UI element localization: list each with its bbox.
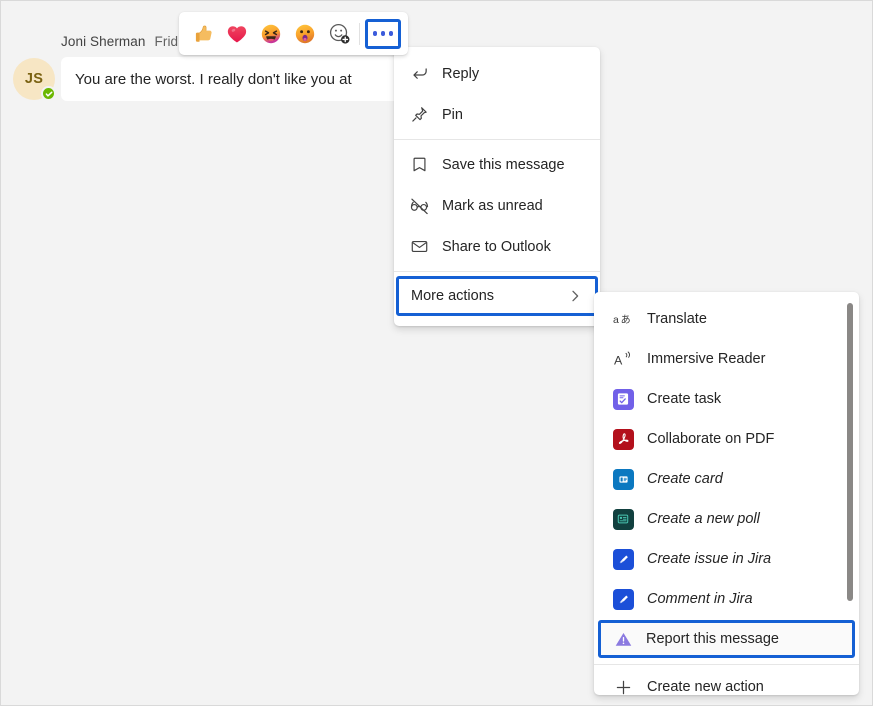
- teams-message-context-menu-screen: Joni Sherman Frid JS You are the worst. I…: [0, 0, 873, 706]
- submenu-item-create-issue-in-jira[interactable]: Create issue in Jira: [594, 539, 859, 579]
- surprised-reaction[interactable]: [288, 17, 322, 51]
- menu-item-label: Reply: [442, 66, 479, 82]
- create-card-icon: [612, 469, 634, 490]
- submenu-item-create-a-new-poll[interactable]: Create a new poll: [594, 499, 859, 539]
- jira-icon: [612, 589, 634, 610]
- presence-available-badge: [41, 86, 56, 101]
- toolbar-divider: [359, 23, 360, 45]
- reaction-toolbar: [179, 12, 408, 55]
- menu-item-share-to-outlook[interactable]: Share to Outlook: [394, 226, 600, 267]
- menu-item-more-actions[interactable]: More actions: [396, 276, 598, 316]
- message-author: Joni Sherman: [61, 34, 146, 49]
- submenu-item-comment-in-jira[interactable]: Comment in Jira: [594, 579, 859, 619]
- menu-item-label: Mark as unread: [442, 198, 543, 214]
- message-timestamp: Frid: [155, 34, 179, 49]
- menu-bottom-padding: [394, 318, 600, 326]
- jira-icon: [612, 549, 634, 570]
- menu-item-mark-as-unread[interactable]: Mark as unread: [394, 185, 600, 226]
- submenu-item-label: Report this message: [646, 631, 779, 647]
- submenu-item-collaborate-on-pdf[interactable]: Collaborate on PDF: [594, 419, 859, 459]
- submenu-item-label: Create a new poll: [647, 511, 760, 527]
- pin-icon: [408, 105, 430, 124]
- avatar[interactable]: JS: [13, 58, 55, 100]
- menu-item-save-this-message[interactable]: Save this message: [394, 144, 600, 185]
- menu-item-reply[interactable]: Reply: [394, 53, 600, 94]
- polly-poll-icon: [612, 509, 634, 530]
- submenu-item-report-this-message[interactable]: Report this message: [598, 620, 855, 658]
- submenu-item-label: Immersive Reader: [647, 351, 765, 367]
- submenu-item-translate[interactable]: a あ Translate: [594, 299, 859, 339]
- submenu-item-label: Create new action: [647, 679, 764, 695]
- menu-item-label: More actions: [411, 288, 567, 304]
- submenu-item-label: Translate: [647, 311, 707, 327]
- acrobat-pdf-icon: [612, 429, 634, 450]
- laugh-reaction[interactable]: [254, 17, 288, 51]
- submenu-item-label: Create card: [647, 471, 723, 487]
- submenu-item-create-task[interactable]: Create task: [594, 379, 859, 419]
- submenu-item-immersive-reader[interactable]: A Immersive Reader: [594, 339, 859, 379]
- menu-item-label: Pin: [442, 107, 463, 123]
- submenu-item-label: Create task: [647, 391, 721, 407]
- menu-item-label: Save this message: [442, 157, 565, 173]
- ellipsis-icon: [373, 31, 394, 36]
- translate-icon: a あ: [612, 310, 634, 328]
- glasses-slash-icon: [408, 195, 430, 216]
- chevron-right-icon: [567, 288, 583, 304]
- heart-reaction[interactable]: [220, 17, 254, 51]
- menu-divider: [394, 271, 600, 272]
- svg-text:a: a: [613, 314, 619, 326]
- menu-divider: [394, 139, 600, 140]
- reply-icon: [408, 64, 430, 83]
- submenu-item-label: Collaborate on PDF: [647, 431, 774, 447]
- more-actions-submenu: a あ Translate A Immersive Reader: [594, 292, 859, 695]
- message-text: You are the worst. I really don't like y…: [75, 71, 352, 88]
- thumbs-up-reaction[interactable]: [186, 17, 220, 51]
- warning-triangle-icon: [612, 630, 634, 649]
- submenu-item-label: Comment in Jira: [647, 591, 753, 607]
- create-task-icon: [612, 389, 634, 410]
- submenu-item-create-card[interactable]: Create card: [594, 459, 859, 499]
- svg-text:A: A: [613, 353, 622, 367]
- envelope-icon: [408, 237, 430, 256]
- add-reaction-icon[interactable]: [322, 17, 356, 51]
- more-options-button[interactable]: [365, 19, 401, 49]
- bookmark-icon: [408, 155, 430, 174]
- submenu-item-create-new-action[interactable]: Create new action: [594, 667, 859, 695]
- menu-item-label: Share to Outlook: [442, 239, 551, 255]
- menu-item-pin[interactable]: Pin: [394, 94, 600, 135]
- plus-icon: [612, 678, 634, 696]
- submenu-divider: [594, 664, 859, 665]
- submenu-scrollbar[interactable]: [847, 303, 853, 601]
- message-bubble: You are the worst. I really don't like y…: [61, 57, 406, 101]
- submenu-item-label: Create issue in Jira: [647, 551, 771, 567]
- context-menu: Reply Pin Save this message: [394, 47, 600, 326]
- immersive-reader-icon: A: [612, 350, 634, 369]
- svg-text:あ: あ: [620, 314, 630, 326]
- message-header: Joni Sherman Frid: [61, 34, 178, 49]
